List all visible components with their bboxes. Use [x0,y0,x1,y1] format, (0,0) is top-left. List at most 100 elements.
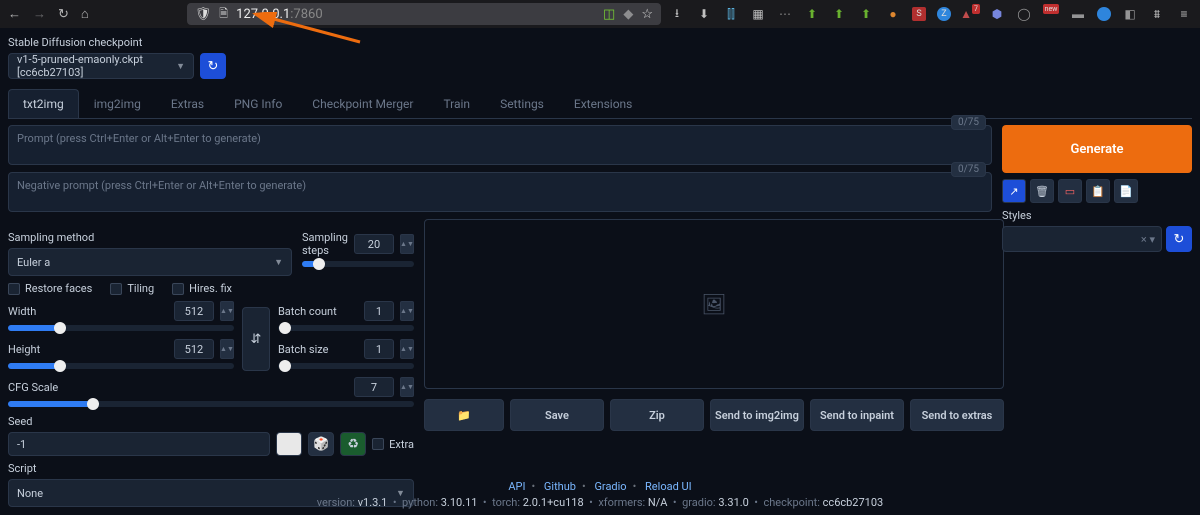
height-slider[interactable] [8,363,234,369]
neg-prompt-token-count: 0/75 [951,162,986,177]
gradio-link[interactable]: Gradio [594,480,626,493]
paste-icon: 📋 [1091,185,1105,198]
seed-extra-check[interactable]: Extra [372,438,414,451]
ext2-icon[interactable]: ⬆ [804,6,820,22]
sampling-steps-value[interactable] [354,234,394,254]
tab-pnginfo[interactable]: PNG Info [219,89,297,118]
puzzle-icon[interactable]: ⩩ [1149,6,1165,22]
cfg-slider[interactable] [8,401,414,407]
tiling-check[interactable]: Tiling [110,282,154,295]
neg-prompt-input[interactable] [8,172,992,212]
tab-ckptmerger[interactable]: Checkpoint Merger [297,89,428,118]
recycle-icon: ♻ [347,437,359,452]
tab-extensions[interactable]: Extensions [559,89,647,118]
image-icon: 🖼 [701,292,726,316]
batch-count-stepper[interactable]: ▲▼ [400,301,414,321]
bookmark-icon[interactable]: ☆ [641,7,653,22]
tab-train[interactable]: Train [428,89,485,118]
ext1-icon[interactable]: ⋯ [777,6,793,22]
ext6-icon[interactable]: S [912,7,926,21]
seed-dice-button[interactable]: 🎲 [308,432,334,456]
ext11-icon[interactable]: new [1043,6,1059,22]
paste-button[interactable]: 📋 [1086,179,1110,203]
download-icon[interactable]: ⭳ [669,6,685,22]
generate-button[interactable]: Generate [1002,125,1192,173]
ext3-icon[interactable]: ⬆ [831,6,847,22]
restore-faces-check[interactable]: Restore faces [8,282,92,295]
sampling-steps-slider[interactable] [302,261,414,267]
cfg-value[interactable] [354,377,394,397]
batch-size-label: Batch size [278,343,358,356]
reload-icon[interactable]: ↻ [58,7,69,22]
forward-icon[interactable]: → [33,6,46,22]
open-folder-button[interactable]: 📁 [424,399,504,431]
seed-input[interactable] [8,432,270,456]
folder-icon: 📁 [457,409,471,422]
width-label: Width [8,305,168,318]
home-icon[interactable]: ⌂ [81,6,89,22]
batch-count-value[interactable] [364,301,394,321]
tab-extras[interactable]: Extras [156,89,219,118]
send-extras-button[interactable]: Send to extras [910,399,1004,431]
batch-size-slider[interactable] [278,363,414,369]
ext12-icon[interactable]: ▬ [1070,6,1086,22]
translate-icon[interactable]: ◫ [603,7,615,22]
width-slider[interactable] [8,325,234,331]
url-bar[interactable]: 🛡 🗎 127.0.0.1:7860 ◫ ◆ ☆ [187,3,661,25]
tab-img2img[interactable]: img2img [79,89,156,118]
hires-fix-check[interactable]: Hires. fix [172,282,232,295]
height-stepper[interactable]: ▲▼ [220,339,234,359]
ext9-icon[interactable]: ⬢ [989,6,1005,22]
seed-recycle-button[interactable]: ♻ [340,432,366,456]
styles-refresh-button[interactable]: ↻ [1166,226,1192,252]
swap-icon: ⇵ [251,332,262,347]
tab-txt2img[interactable]: txt2img [8,89,79,118]
image-button[interactable]: ▭ [1058,179,1082,203]
width-stepper[interactable]: ▲▼ [220,301,234,321]
batch-count-slider[interactable] [278,325,414,331]
prompt-input[interactable] [8,125,992,165]
send-inpaint-button[interactable]: Send to inpaint [810,399,904,431]
batch-size-stepper[interactable]: ▲▼ [400,339,414,359]
sampling-steps-label: Sampling steps [302,231,348,257]
checkpoint-select[interactable]: v1-5-pruned-emaonly.ckpt [cc6cb27103] ▼ [8,53,194,79]
api-link[interactable]: API [508,480,525,493]
ext-icon[interactable]: ◆ [623,7,633,22]
ext8-icon[interactable]: ▲7 [962,6,978,22]
url-ip: 127.0.0.1 [236,7,290,22]
seed-num-button[interactable] [276,432,302,456]
arrow-button[interactable]: ↗ [1002,179,1026,203]
refresh-checkpoint-button[interactable]: ↻ [200,53,226,79]
seed-label: Seed [8,415,414,428]
github-link[interactable]: Github [544,480,576,493]
steps-stepper[interactable]: ▲▼ [400,234,414,254]
ext10-icon[interactable]: ◯ [1016,6,1032,22]
height-value[interactable] [174,339,214,359]
grid-icon[interactable]: ▦ [750,6,766,22]
send-img2img-button[interactable]: Send to img2img [710,399,804,431]
prompt-token-count: 0/75 [951,115,986,130]
library-icon[interactable]: ⫿⫿ [723,6,739,22]
stack-icon[interactable]: ⬇ [696,6,712,22]
cfg-stepper[interactable]: ▲▼ [400,377,414,397]
batch-size-value[interactable] [364,339,394,359]
ext13-icon[interactable] [1097,7,1111,21]
sampling-method-select[interactable]: Euler a ▼ [8,248,292,276]
menu-icon[interactable]: ≡ [1176,6,1192,22]
ext4-icon[interactable]: ⬆ [858,6,874,22]
zip-button[interactable]: Zip [610,399,704,431]
tab-settings[interactable]: Settings [485,89,559,118]
styles-clear[interactable]: × ▾ [1141,233,1155,246]
file-button[interactable]: 📄 [1114,179,1138,203]
ext5-icon[interactable]: ● [885,6,901,22]
trash-button[interactable]: 🗑 [1030,179,1054,203]
ext14-icon[interactable]: ◧ [1122,6,1138,22]
swap-dims-button[interactable]: ⇵ [242,307,270,371]
width-value[interactable] [174,301,214,321]
cfg-label: CFG Scale [8,381,348,394]
save-button[interactable]: Save [510,399,604,431]
back-icon[interactable]: ← [8,6,21,22]
ext7-icon[interactable]: Z [937,7,951,21]
reload-ui-link[interactable]: Reload UI [645,480,692,493]
styles-select[interactable]: × ▾ [1002,226,1162,252]
